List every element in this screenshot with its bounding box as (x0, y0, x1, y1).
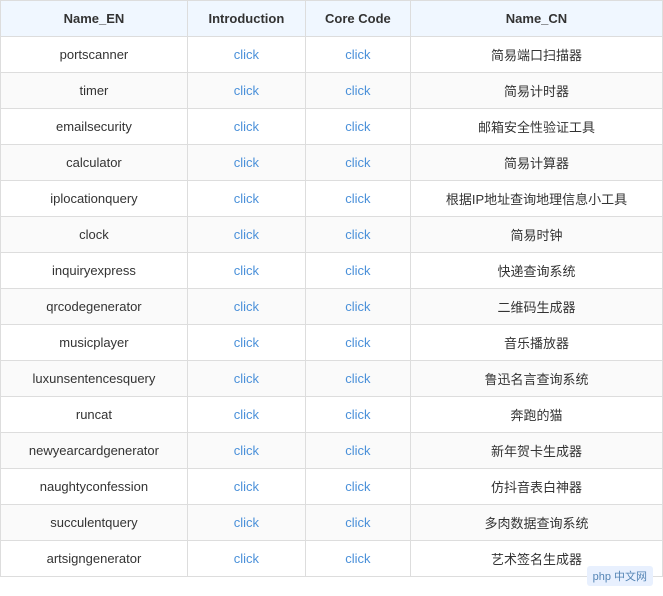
table-row: luxunsentencesqueryclickclick鲁迅名言查询系统 (1, 361, 663, 397)
cell-core-code-link[interactable]: click (305, 37, 410, 73)
cell-name-en: runcat (1, 397, 188, 433)
table-row: succulentqueryclickclick多肉数据查询系统 (1, 505, 663, 541)
table-row: artsigngeneratorclickclick艺术签名生成器 (1, 541, 663, 577)
cell-name-cn: 简易计时器 (410, 73, 662, 109)
cell-name-en: inquiryexpress (1, 253, 188, 289)
cell-name-en: musicplayer (1, 325, 188, 361)
cell-name-cn: 简易时钟 (410, 217, 662, 253)
cell-introduction-link[interactable]: click (187, 73, 305, 109)
cell-introduction-link[interactable]: click (187, 217, 305, 253)
cell-name-cn: 二维码生成器 (410, 289, 662, 325)
cell-core-code-link[interactable]: click (305, 217, 410, 253)
cell-core-code-link[interactable]: click (305, 433, 410, 469)
cell-core-code-link[interactable]: click (305, 541, 410, 577)
cell-introduction-link[interactable]: click (187, 181, 305, 217)
table-row: timerclickclick简易计时器 (1, 73, 663, 109)
cell-introduction-link[interactable]: click (187, 541, 305, 577)
header-core-code: Core Code (305, 1, 410, 37)
cell-core-code-link[interactable]: click (305, 253, 410, 289)
table-row: clockclickclick简易时钟 (1, 217, 663, 253)
table-header-row: Name_EN Introduction Core Code Name_CN (1, 1, 663, 37)
cell-name-cn: 奔跑的猫 (410, 397, 662, 433)
cell-core-code-link[interactable]: click (305, 145, 410, 181)
cell-name-en: qrcodegenerator (1, 289, 188, 325)
cell-core-code-link[interactable]: click (305, 289, 410, 325)
cell-name-cn: 仿抖音表白神器 (410, 469, 662, 505)
table-row: runcatclickclick奔跑的猫 (1, 397, 663, 433)
table-row: emailsecurityclickclick邮箱安全性验证工具 (1, 109, 663, 145)
cell-introduction-link[interactable]: click (187, 505, 305, 541)
cell-introduction-link[interactable]: click (187, 325, 305, 361)
cell-core-code-link[interactable]: click (305, 361, 410, 397)
cell-name-cn: 简易计算器 (410, 145, 662, 181)
cell-core-code-link[interactable]: click (305, 469, 410, 505)
cell-introduction-link[interactable]: click (187, 109, 305, 145)
header-name-en: Name_EN (1, 1, 188, 37)
cell-name-en: artsigngenerator (1, 541, 188, 577)
cell-name-cn: 快递查询系统 (410, 253, 662, 289)
cell-name-cn: 鲁迅名言查询系统 (410, 361, 662, 397)
table-row: newyearcardgeneratorclickclick新年贺卡生成器 (1, 433, 663, 469)
header-introduction: Introduction (187, 1, 305, 37)
cell-introduction-link[interactable]: click (187, 289, 305, 325)
cell-name-en: calculator (1, 145, 188, 181)
cell-name-cn: 音乐播放器 (410, 325, 662, 361)
cell-core-code-link[interactable]: click (305, 505, 410, 541)
cell-core-code-link[interactable]: click (305, 109, 410, 145)
cell-introduction-link[interactable]: click (187, 361, 305, 397)
main-table: Name_EN Introduction Core Code Name_CN p… (0, 0, 663, 577)
table-row: qrcodegeneratorclickclick二维码生成器 (1, 289, 663, 325)
watermark-badge: php 中文网 (587, 566, 653, 586)
table-row: calculatorclickclick简易计算器 (1, 145, 663, 181)
cell-introduction-link[interactable]: click (187, 397, 305, 433)
cell-introduction-link[interactable]: click (187, 145, 305, 181)
cell-name-en: timer (1, 73, 188, 109)
cell-name-en: naughtyconfession (1, 469, 188, 505)
cell-name-cn: 多肉数据查询系统 (410, 505, 662, 541)
table-row: inquiryexpressclickclick快递查询系统 (1, 253, 663, 289)
cell-name-cn: 新年贺卡生成器 (410, 433, 662, 469)
cell-name-en: succulentquery (1, 505, 188, 541)
table-row: naughtyconfessionclickclick仿抖音表白神器 (1, 469, 663, 505)
cell-name-en: clock (1, 217, 188, 253)
cell-core-code-link[interactable]: click (305, 325, 410, 361)
cell-introduction-link[interactable]: click (187, 37, 305, 73)
header-name-cn: Name_CN (410, 1, 662, 37)
table-row: iplocationqueryclickclick根据IP地址查询地理信息小工具 (1, 181, 663, 217)
cell-core-code-link[interactable]: click (305, 181, 410, 217)
cell-introduction-link[interactable]: click (187, 433, 305, 469)
cell-name-cn: 邮箱安全性验证工具 (410, 109, 662, 145)
cell-name-en: iplocationquery (1, 181, 188, 217)
cell-name-cn: 简易端口扫描器 (410, 37, 662, 73)
cell-core-code-link[interactable]: click (305, 73, 410, 109)
cell-name-en: newyearcardgenerator (1, 433, 188, 469)
cell-name-cn: 根据IP地址查询地理信息小工具 (410, 181, 662, 217)
cell-introduction-link[interactable]: click (187, 253, 305, 289)
cell-name-en: emailsecurity (1, 109, 188, 145)
cell-introduction-link[interactable]: click (187, 469, 305, 505)
table-row: portscannerclickclick简易端口扫描器 (1, 37, 663, 73)
table-row: musicplayerclickclick音乐播放器 (1, 325, 663, 361)
cell-name-en: portscanner (1, 37, 188, 73)
cell-core-code-link[interactable]: click (305, 397, 410, 433)
cell-name-en: luxunsentencesquery (1, 361, 188, 397)
